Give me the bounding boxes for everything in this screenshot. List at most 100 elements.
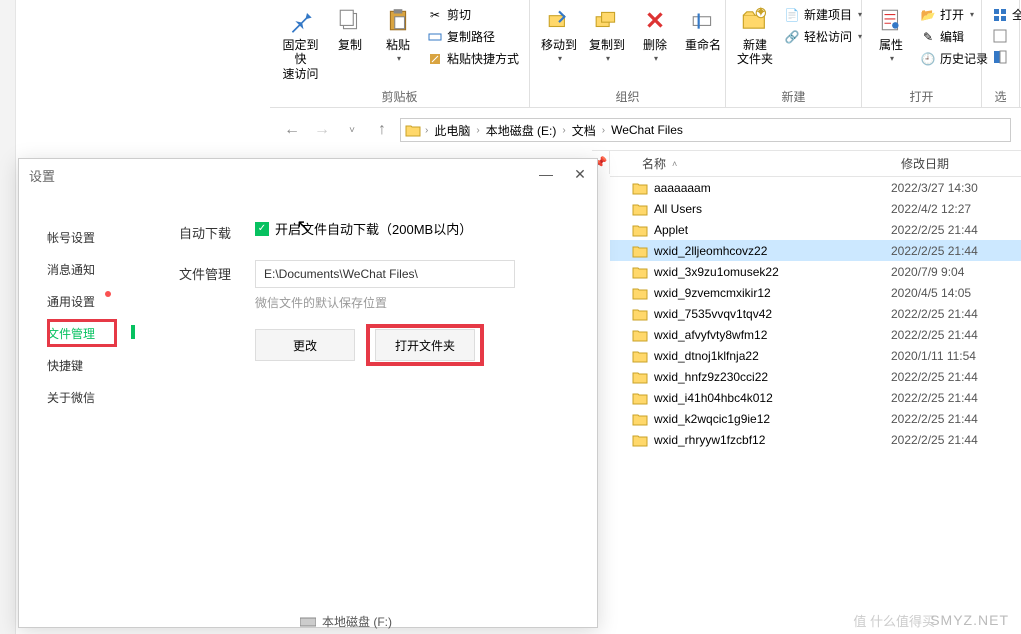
new-folder-icon: ✦ — [739, 4, 771, 36]
copy-to-button[interactable]: 复制到▾ — [584, 2, 630, 65]
copy-button[interactable]: 复制 — [327, 2, 373, 54]
properties-button[interactable]: 属性▾ — [868, 2, 914, 65]
file-management-label: 文件管理 — [179, 260, 255, 283]
sidebar-item-file-management[interactable]: 文件管理 — [19, 317, 159, 349]
nav-up-button[interactable]: ↑ — [370, 118, 394, 142]
delete-button[interactable]: 删除▾ — [632, 2, 678, 65]
change-button[interactable]: 更改 — [255, 329, 355, 361]
table-row[interactable]: All Users2022/4/2 12:27 — [610, 198, 1021, 219]
edit-button[interactable]: ✎编辑 — [916, 26, 992, 47]
folder-icon — [632, 202, 648, 216]
svg-text:✦: ✦ — [755, 6, 767, 20]
copyto-icon — [591, 4, 623, 36]
pin-icon — [284, 4, 316, 36]
dialog-title: 设置 — [19, 159, 597, 191]
drive-icon — [300, 616, 316, 628]
folder-icon — [632, 265, 648, 279]
file-path-field[interactable]: E:\Documents\WeChat Files\ — [255, 260, 515, 288]
file-list-header: 名称 ˄ 修改日期 — [610, 151, 1021, 177]
badge-dot — [105, 291, 111, 297]
watermark-1: SMYZ.NET — [930, 612, 1009, 628]
crumb-docs[interactable]: 文档 — [568, 122, 600, 139]
folder-icon — [632, 307, 648, 321]
folder-icon — [632, 328, 648, 342]
crumb-drive[interactable]: 本地磁盘 (E:) — [482, 122, 561, 139]
left-strip — [0, 0, 16, 634]
delete-icon — [639, 4, 671, 36]
scissors-icon: ✂ — [427, 7, 443, 23]
invert-icon — [992, 49, 1008, 65]
table-row[interactable]: wxid_3x9zu1omusek222020/7/9 9:04 — [610, 261, 1021, 282]
table-row[interactable]: wxid_afvyfvty8wfm122022/2/25 21:44 — [610, 324, 1021, 345]
sidebar-item-notifications[interactable]: 消息通知 — [19, 253, 159, 285]
folder-icon — [632, 181, 648, 195]
sidebar-item-general[interactable]: 通用设置 — [19, 285, 159, 317]
properties-icon — [875, 4, 907, 36]
table-row[interactable]: wxid_7535vvqv1tqv422022/2/25 21:44 — [610, 303, 1021, 324]
table-row[interactable]: wxid_9zvemcmxikir122020/4/5 14:05 — [610, 282, 1021, 303]
open-folder-button[interactable]: 打开文件夹 — [375, 329, 475, 361]
table-row[interactable]: wxid_i41h04hbc4k0122022/2/25 21:44 — [610, 387, 1021, 408]
group-clipboard-label: 剪贴板 — [276, 86, 523, 107]
table-row[interactable]: Applet2022/2/25 21:44 — [610, 219, 1021, 240]
close-button[interactable]: ✕ — [563, 159, 597, 189]
moveto-icon — [543, 4, 575, 36]
crumb-wechat[interactable]: WeChat Files — [607, 123, 687, 137]
select-none-button[interactable] — [988, 26, 1021, 46]
rename-button[interactable]: 重命名 — [680, 2, 726, 54]
new-item-button[interactable]: 📄新建项目▾ — [780, 4, 866, 25]
cut-button[interactable]: ✂剪切 — [423, 4, 523, 25]
sidebar-item-about[interactable]: 关于微信 — [19, 381, 159, 413]
auto-download-text: 开启文件自动下载（200MB以内） — [275, 219, 472, 238]
history-button[interactable]: 🕘历史记录 — [916, 48, 992, 69]
table-row[interactable]: wxid_2lljeomhcovz222022/2/25 21:44 — [610, 240, 1021, 261]
sidebar-item-account[interactable]: 帐号设置 — [19, 221, 159, 253]
table-row[interactable]: wxid_dtnoj1klfnja222020/1/11 11:54 — [610, 345, 1021, 366]
col-name[interactable]: 名称 ˄ — [632, 155, 891, 172]
select-all-button[interactable]: 全 — [988, 4, 1021, 25]
nav-forward-button[interactable]: → — [310, 118, 334, 142]
folder-icon — [632, 391, 648, 405]
easy-access-button[interactable]: 🔗轻松访问▾ — [780, 26, 866, 47]
new-folder-button[interactable]: ✦ 新建 文件夹 — [732, 2, 778, 69]
folder-icon — [632, 370, 648, 384]
invert-selection-button[interactable] — [988, 47, 1021, 67]
settings-content: 自动下载 ✓ 开启文件自动下载（200MB以内） 文件管理 E:\Documen… — [159, 191, 597, 627]
table-row[interactable]: aaaaaaam2022/3/27 14:30 — [610, 177, 1021, 198]
open-button[interactable]: 📂打开▾ — [916, 4, 992, 25]
move-to-button[interactable]: 移动到▾ — [536, 2, 582, 65]
folder-icon — [632, 349, 648, 363]
col-date[interactable]: 修改日期 — [891, 155, 1021, 172]
settings-dialog: 设置 — ✕ 帐号设置 消息通知 通用设置 文件管理 快捷键 关于微信 自动下载… — [18, 158, 598, 628]
address-bar: ← → ˅ ↑ › 此电脑› 本地磁盘 (E:)› 文档› WeChat Fil… — [270, 114, 1021, 146]
breadcrumb[interactable]: › 此电脑› 本地磁盘 (E:)› 文档› WeChat Files — [400, 118, 1011, 142]
easy-access-icon: 🔗 — [784, 29, 800, 45]
active-indicator — [131, 325, 135, 339]
nav-recent-button[interactable]: ˅ — [340, 118, 364, 142]
copy-path-button[interactable]: 复制路径 — [423, 26, 523, 47]
new-item-icon: 📄 — [784, 7, 800, 23]
table-row[interactable]: wxid_k2wqcic1g9ie122022/2/25 21:44 — [610, 408, 1021, 429]
auto-download-label: 自动下载 — [179, 219, 255, 242]
folder-icon — [632, 244, 648, 258]
folder-icon — [632, 223, 648, 237]
crumb-pc[interactable]: 此电脑 — [430, 122, 474, 139]
group-open-label: 打开 — [868, 86, 975, 107]
paste-button[interactable]: 粘贴 ▾ — [375, 2, 421, 65]
path-hint: 微信文件的默认保存位置 — [255, 294, 515, 311]
pin-quick-access-button[interactable]: 固定到快 速访问 — [276, 2, 325, 83]
group-organize-label: 组织 — [536, 86, 719, 107]
ribbon: 固定到快 速访问 复制 粘贴 ▾ ✂剪切 复制路径 粘贴快捷方式 剪贴板 移动到 — [270, 0, 1021, 108]
watermark-2: 值 什么值得买 — [853, 611, 935, 630]
shortcut-icon — [427, 51, 443, 67]
table-row[interactable]: wxid_hnfz9z230cci222022/2/25 21:44 — [610, 366, 1021, 387]
nav-back-button[interactable]: ← — [280, 118, 304, 142]
auto-download-checkbox[interactable]: ✓ — [255, 222, 269, 236]
paste-shortcut-button[interactable]: 粘贴快捷方式 — [423, 48, 523, 69]
folder-icon — [632, 412, 648, 426]
path-icon — [427, 29, 443, 45]
table-row[interactable]: wxid_rhryyw1fzcbf122022/2/25 21:44 — [610, 429, 1021, 450]
sidebar-item-shortcuts[interactable]: 快捷键 — [19, 349, 159, 381]
minimize-button[interactable]: — — [529, 159, 563, 189]
drive-item[interactable]: 本地磁盘 (F:) — [300, 613, 392, 630]
